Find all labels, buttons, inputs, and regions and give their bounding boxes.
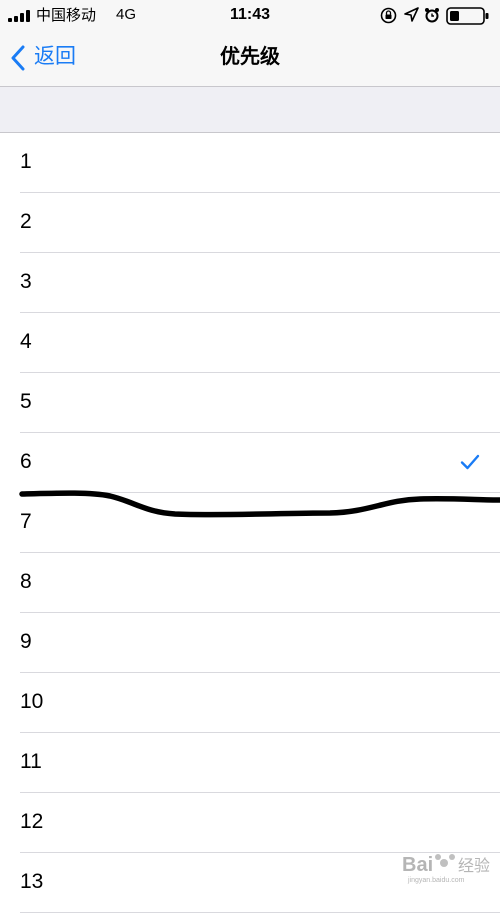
list-item[interactable]: 13 bbox=[0, 853, 500, 913]
list-item-label: 1 bbox=[20, 150, 32, 173]
list-item[interactable]: 3 bbox=[0, 253, 500, 313]
section-header-gap bbox=[0, 87, 500, 133]
list-item[interactable]: 1 bbox=[0, 133, 500, 193]
list-item-label: 9 bbox=[20, 630, 32, 653]
battery-icon bbox=[446, 7, 489, 25]
list-item-label: 10 bbox=[20, 690, 44, 713]
list-item-label: 2 bbox=[20, 210, 32, 233]
list-item[interactable]: 12 bbox=[0, 793, 500, 853]
alarm-icon bbox=[425, 8, 439, 23]
list-item-label: 5 bbox=[20, 390, 32, 413]
list-item-selected[interactable]: 6 bbox=[0, 433, 500, 493]
list-item-label: 8 bbox=[20, 570, 32, 593]
location-arrow-icon bbox=[404, 7, 419, 22]
list-item-label: 6 bbox=[20, 450, 32, 473]
list-item[interactable]: 11 bbox=[0, 733, 500, 793]
list-item[interactable]: 2 bbox=[0, 193, 500, 253]
list-item[interactable]: 7 bbox=[0, 493, 500, 553]
navigation-bar: 返回 优先级 bbox=[0, 30, 500, 87]
list-item-label: 3 bbox=[20, 270, 32, 293]
list-item[interactable]: 5 bbox=[0, 373, 500, 433]
rotation-lock-icon bbox=[380, 7, 397, 24]
list-item-label: 4 bbox=[20, 330, 32, 353]
list-item[interactable]: 4 bbox=[0, 313, 500, 373]
list-item-label: 12 bbox=[20, 810, 44, 833]
list-item-label: 7 bbox=[20, 510, 32, 533]
status-bar: 中国移动 4G 11:43 bbox=[0, 0, 500, 30]
checkmark-icon bbox=[460, 454, 480, 470]
list-item[interactable]: 9 bbox=[0, 613, 500, 673]
status-icons bbox=[380, 5, 492, 25]
list-item[interactable]: 10 bbox=[0, 673, 500, 733]
list-item-label: 11 bbox=[20, 750, 42, 773]
list-item[interactable]: 8 bbox=[0, 553, 500, 613]
page-title: 优先级 bbox=[220, 44, 280, 68]
priority-list: 1 2 3 4 5 6 7 8 9 10 11 12 13 bbox=[0, 133, 500, 913]
list-item-label: 13 bbox=[20, 870, 44, 893]
